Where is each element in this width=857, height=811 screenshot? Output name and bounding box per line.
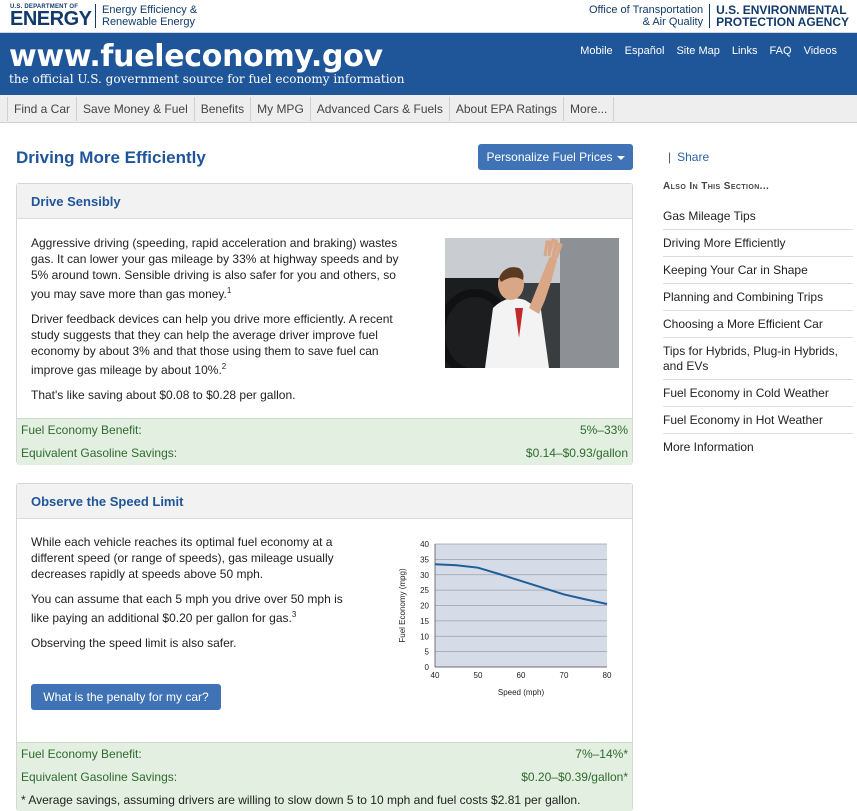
speed-limit-para-3: Observing the speed limit is also safer. bbox=[31, 636, 237, 650]
eere-logo[interactable]: Energy Efficiency & Renewable Energy bbox=[95, 4, 197, 28]
fuel-economy-benefit-row: Fuel Economy Benefit: 7%–14%* bbox=[17, 743, 632, 766]
savings-footnote: * Average savings, assuming drivers are … bbox=[17, 789, 632, 811]
savings-label: Equivalent Gasoline Savings: bbox=[21, 446, 178, 460]
section-link-choosing-efficient-car[interactable]: Choosing a More Efficient Car bbox=[663, 311, 853, 338]
footnote-ref-2[interactable]: 2 bbox=[222, 362, 226, 371]
personalize-fuel-prices-label: Personalize Fuel Prices bbox=[486, 150, 613, 164]
util-link-mobile[interactable]: Mobile bbox=[580, 45, 612, 57]
speed-vs-mpg-chart: 0 5 10 15 20 25 30 35 40 40 50 60 70 80 Speed (mph) Fue… bbox=[379, 532, 619, 708]
utility-links: Mobile Español Site Map Links FAQ Videos bbox=[580, 45, 837, 57]
benefit-value: 7%–14%* bbox=[575, 747, 628, 761]
footnote-ref-1[interactable]: 1 bbox=[227, 286, 231, 295]
speed-limit-para-1: While each vehicle reaches its optimal f… bbox=[31, 535, 334, 581]
chart-x-tick-label: 70 bbox=[560, 671, 569, 680]
chart-y-tick-label: 10 bbox=[420, 632, 429, 641]
savings-value: $0.14–$0.93/gallon bbox=[525, 446, 628, 460]
util-link-espanol[interactable]: Español bbox=[625, 45, 665, 57]
speed-vs-mpg-chart-svg: 0 5 10 15 20 25 30 35 40 40 50 60 70 80 Speed (mph) Fue… bbox=[398, 540, 612, 697]
savings-label: Equivalent Gasoline Savings: bbox=[21, 770, 178, 784]
benefit-label: Fuel Economy Benefit: bbox=[21, 747, 142, 761]
share-separator: | bbox=[668, 150, 672, 164]
otaq-line-2: & Air Quality bbox=[642, 16, 704, 28]
section-link-gas-mileage-tips[interactable]: Gas Mileage Tips bbox=[663, 203, 853, 230]
doe-logo-text: ENERGY bbox=[10, 8, 92, 30]
agency-logo-strip: U.S. DEPARTMENT OF ENERGY Energy Efficie… bbox=[0, 0, 857, 33]
drive-sensibly-para-3: That's like saving about $0.08 to $0.28 … bbox=[31, 388, 296, 402]
chart-x-tick-label: 80 bbox=[603, 671, 612, 680]
eere-line-2: Renewable Energy bbox=[102, 16, 195, 28]
chart-x-tick-label: 40 bbox=[431, 671, 440, 680]
speed-limit-para-2: You can assume that each 5 mph you drive… bbox=[31, 592, 343, 625]
util-link-links[interactable]: Links bbox=[732, 45, 758, 57]
eere-line-1: Energy Efficiency & bbox=[102, 4, 198, 16]
speed-limit-heading: Observe the Speed Limit bbox=[17, 484, 632, 519]
main-nav: Find a Car Save Money & Fuel Benefits My… bbox=[0, 95, 857, 123]
epa-line-2: PROTECTION AGENCY bbox=[716, 15, 849, 29]
share-link[interactable]: Share bbox=[677, 150, 709, 164]
nav-find-a-car[interactable]: Find a Car bbox=[7, 97, 76, 121]
nav-my-mpg[interactable]: My MPG bbox=[250, 97, 310, 121]
chart-x-tick-label: 60 bbox=[517, 671, 526, 680]
nav-about-epa-ratings[interactable]: About EPA Ratings bbox=[448, 97, 563, 121]
penalty-for-my-car-button[interactable]: What is the penalty for my car? bbox=[31, 684, 221, 710]
section-link-driving-more-efficiently[interactable]: Driving More Efficiently bbox=[663, 230, 853, 257]
speed-limit-panel: Observe the Speed Limit While each vehic… bbox=[16, 483, 633, 811]
drive-sensibly-panel: Drive Sensibly Aggressive driving (speed… bbox=[16, 183, 633, 465]
personalize-fuel-prices-button[interactable]: Personalize Fuel Prices bbox=[478, 144, 633, 170]
drive-sensibly-savings: Fuel Economy Benefit: 5%–33% Equivalent … bbox=[17, 418, 632, 465]
drive-sensibly-heading: Drive Sensibly bbox=[17, 184, 632, 219]
share-control: | Share bbox=[668, 150, 709, 164]
footnote-ref-3[interactable]: 3 bbox=[292, 610, 296, 619]
gasoline-savings-row: Equivalent Gasoline Savings: $0.20–$0.39… bbox=[17, 766, 632, 789]
nav-advanced-cars-fuels[interactable]: Advanced Cars & Fuels bbox=[309, 97, 449, 121]
nav-benefits[interactable]: Benefits bbox=[193, 97, 250, 121]
chart-x-tick-label: 50 bbox=[474, 671, 483, 680]
section-nav: Gas Mileage Tips Driving More Efficientl… bbox=[663, 203, 853, 460]
speed-limit-savings: Fuel Economy Benefit: 7%–14%* Equivalent… bbox=[17, 742, 632, 811]
chart-y-tick-label: 25 bbox=[420, 586, 429, 595]
chart-y-tick-label: 30 bbox=[420, 571, 429, 580]
chart-y-tick-label: 40 bbox=[420, 540, 429, 549]
doe-logo[interactable]: U.S. DEPARTMENT OF ENERGY bbox=[10, 4, 92, 30]
fuel-economy-benefit-row: Fuel Economy Benefit: 5%–33% bbox=[17, 419, 632, 442]
chart-y-tick-label: 5 bbox=[425, 648, 430, 657]
otaq-label: Office of Transportation & Air Quality bbox=[588, 4, 711, 28]
chart-y-axis-label: Fuel Economy (mpg) bbox=[398, 568, 407, 643]
driver-photo-illustration bbox=[445, 238, 619, 368]
chart-y-tick-label: 0 bbox=[425, 663, 430, 672]
chart-y-tick-label: 20 bbox=[420, 602, 429, 611]
benefit-value: 5%–33% bbox=[579, 423, 628, 437]
section-nav-heading: Also In This Section... bbox=[663, 181, 770, 192]
util-link-videos[interactable]: Videos bbox=[804, 45, 837, 57]
section-link-keeping-car-in-shape[interactable]: Keeping Your Car in Shape bbox=[663, 257, 853, 284]
gasoline-savings-row: Equivalent Gasoline Savings: $0.14–$0.93… bbox=[17, 442, 632, 465]
util-link-site-map[interactable]: Site Map bbox=[676, 45, 719, 57]
section-link-more-information[interactable]: More Information bbox=[663, 434, 853, 460]
savings-value: $0.20–$0.39/gallon* bbox=[521, 770, 628, 784]
otaq-line-1: Office of Transportation bbox=[588, 4, 704, 16]
nav-save-money-fuel[interactable]: Save Money & Fuel bbox=[76, 97, 194, 121]
site-title[interactable]: www.fueleconomy.gov bbox=[9, 39, 383, 74]
section-link-hybrids-evs[interactable]: Tips for Hybrids, Plug-in Hybrids, and E… bbox=[663, 338, 853, 380]
drive-sensibly-text: Aggressive driving (speeding, rapid acce… bbox=[31, 235, 401, 412]
benefit-label: Fuel Economy Benefit: bbox=[21, 423, 142, 437]
chart-y-tick-label: 35 bbox=[420, 555, 429, 564]
chart-y-tick-label: 15 bbox=[420, 617, 429, 626]
drive-sensibly-para-2: Driver feedback devices can help you dri… bbox=[31, 312, 393, 377]
util-link-faq[interactable]: FAQ bbox=[770, 45, 792, 57]
drive-sensibly-para-1: Aggressive driving (speeding, rapid acce… bbox=[31, 236, 399, 301]
nav-more[interactable]: More... bbox=[563, 97, 615, 121]
caret-down-icon bbox=[616, 155, 625, 160]
site-header: www.fueleconomy.gov the official U.S. go… bbox=[0, 33, 857, 95]
epa-label: U.S. ENVIRONMENTAL PROTECTION AGENCY bbox=[710, 4, 849, 28]
section-link-planning-trips[interactable]: Planning and Combining Trips bbox=[663, 284, 853, 311]
section-link-hot-weather[interactable]: Fuel Economy in Hot Weather bbox=[663, 407, 853, 434]
speed-limit-text: While each vehicle reaches its optimal f… bbox=[31, 534, 361, 660]
epa-logo[interactable]: Office of Transportation & Air Quality U… bbox=[589, 4, 849, 28]
page-title: Driving More Efficiently bbox=[16, 148, 206, 167]
section-link-cold-weather[interactable]: Fuel Economy in Cold Weather bbox=[663, 380, 853, 407]
chart-x-axis-label: Speed (mph) bbox=[498, 688, 545, 697]
frustrated-driver-photo bbox=[445, 238, 619, 368]
site-subtitle: the official U.S. government source for … bbox=[9, 72, 405, 86]
